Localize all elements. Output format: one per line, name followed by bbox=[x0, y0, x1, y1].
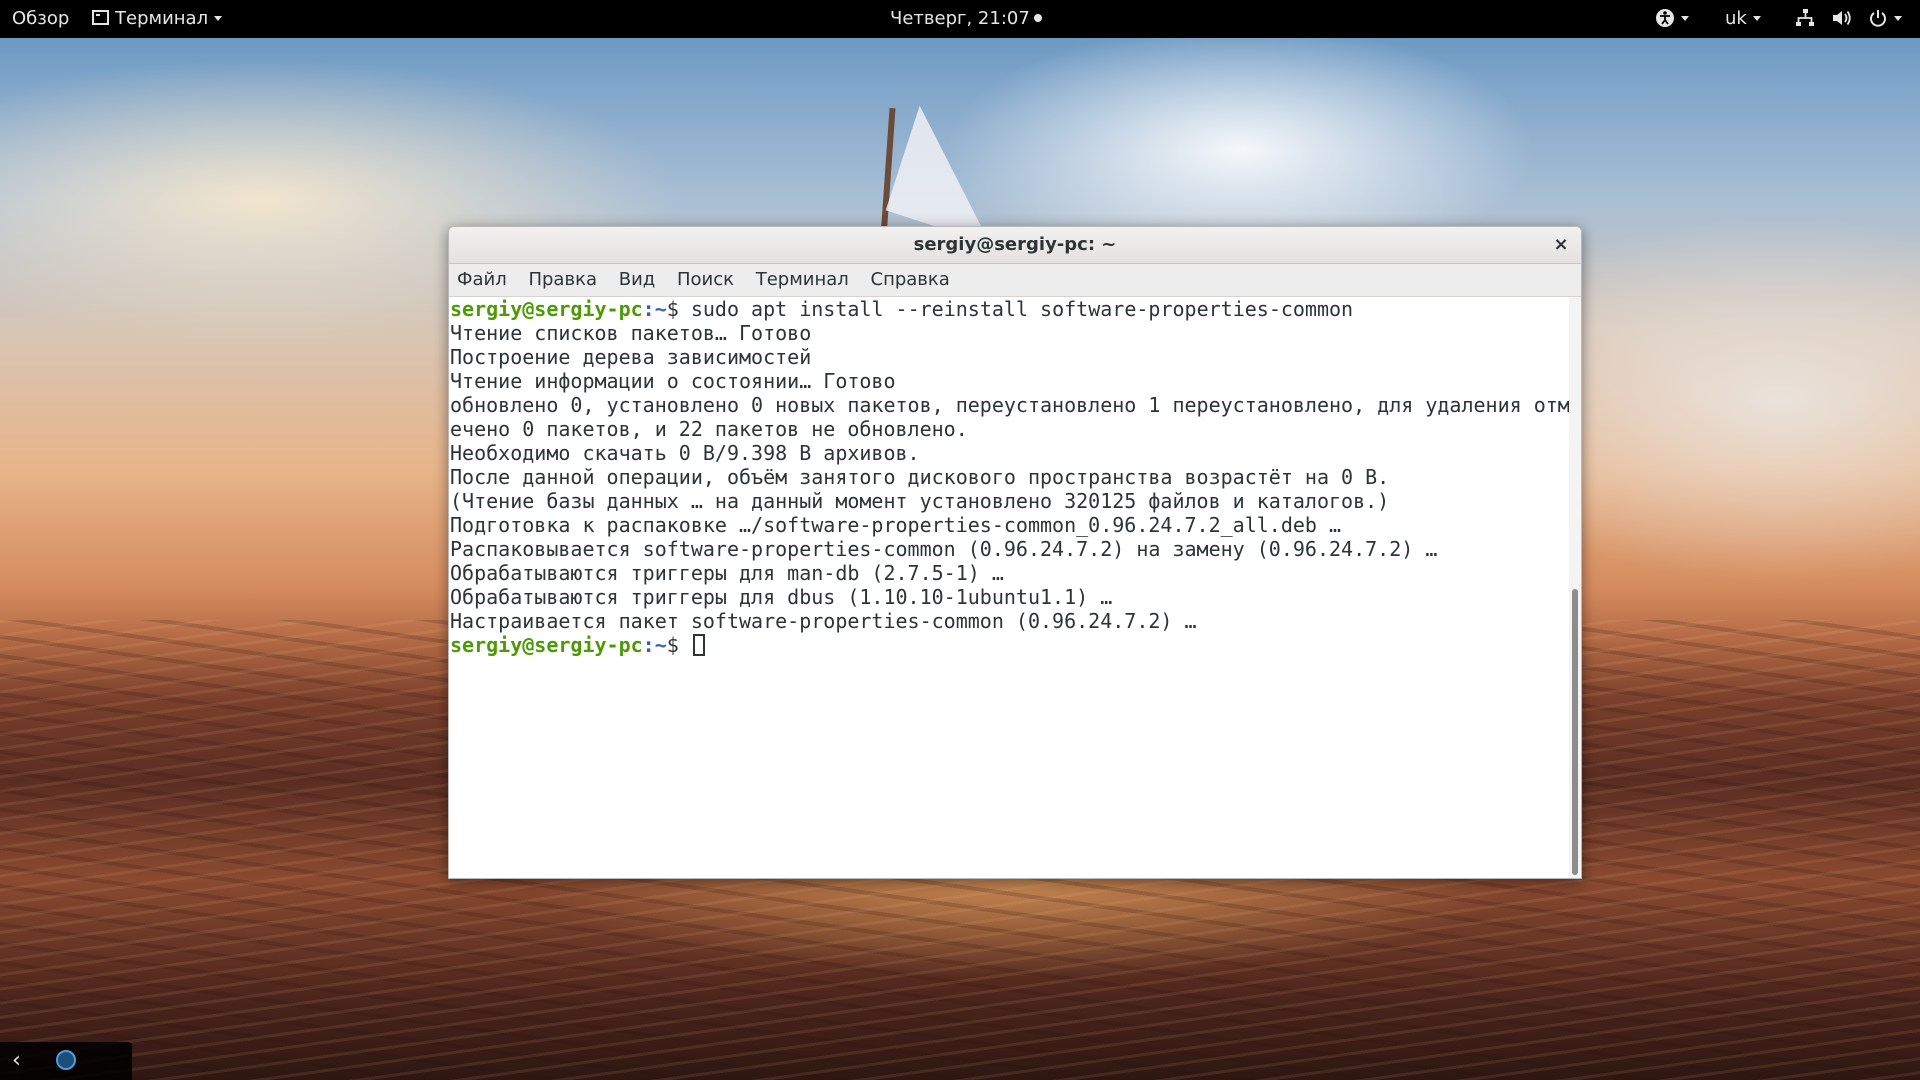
menu-help[interactable]: Справка bbox=[863, 264, 958, 296]
output-line: Подготовка к распаковке …/software-prope… bbox=[450, 513, 1342, 537]
menu-bar: Файл Правка Вид Поиск Терминал Справка bbox=[449, 264, 1581, 297]
prompt-path: :~ bbox=[642, 297, 667, 321]
accessibility-menu-button[interactable] bbox=[1655, 0, 1689, 38]
clock-button[interactable]: Четверг, 21:07 bbox=[890, 0, 1042, 38]
top-bar: Обзор Терминал Четверг, 21:07 uk bbox=[0, 0, 1920, 38]
menu-terminal[interactable]: Терминал bbox=[748, 264, 857, 296]
output-line: обновлено 0, установлено 0 новых пакетов… bbox=[450, 393, 1569, 417]
menu-view[interactable]: Вид bbox=[611, 264, 664, 296]
menu-search[interactable]: Поиск bbox=[669, 264, 742, 296]
prompt-symbol: $ bbox=[666, 633, 691, 657]
command-line: sergiy@sergiy-pc:~$ sudo apt install --r… bbox=[449, 297, 1569, 321]
chevron-down-icon bbox=[1894, 16, 1903, 21]
prompt-symbol: $ bbox=[666, 297, 691, 321]
terminal-icon bbox=[92, 10, 109, 25]
scrollbar[interactable] bbox=[1569, 297, 1581, 878]
active-prompt-line: sergiy@sergiy-pc:~$ bbox=[449, 633, 1569, 657]
prompt-path: :~ bbox=[642, 633, 667, 657]
wallpaper-boat-sail bbox=[885, 105, 1025, 245]
chevron-down-icon bbox=[214, 16, 223, 21]
output-line: Настраивается пакет software-properties-… bbox=[450, 609, 1197, 633]
prompt-user: sergiy@sergiy-pc bbox=[450, 297, 643, 321]
scrollbar-thumb[interactable] bbox=[1572, 589, 1578, 875]
chevron-down-icon bbox=[1681, 16, 1689, 21]
accessibility-icon bbox=[1656, 9, 1674, 27]
app-menu-label: Терминал bbox=[115, 8, 209, 29]
output-line: Необходимо скачать 0 B/9.398 B архивов. bbox=[450, 441, 920, 465]
text-cursor bbox=[692, 634, 705, 656]
activities-button[interactable]: Обзор bbox=[12, 0, 69, 38]
back-arrow-icon[interactable]: ‹ bbox=[12, 1050, 21, 1072]
output-line: Обрабатываются триггеры для man-db (2.7.… bbox=[450, 561, 1004, 585]
prompt-user: sergiy@sergiy-pc bbox=[450, 633, 643, 657]
window-titlebar[interactable]: sergiy@sergiy-pc: ~ × bbox=[449, 227, 1581, 264]
terminal-window: sergiy@sergiy-pc: ~ × Файл Правка Вид По… bbox=[448, 226, 1582, 879]
volume-icon bbox=[1832, 10, 1851, 26]
language-menu-button[interactable]: uk bbox=[1725, 0, 1761, 38]
tray-app-icon[interactable] bbox=[56, 1050, 76, 1070]
output-line: Чтение информации о состоянии… Готово bbox=[450, 369, 896, 393]
output-line: ечено 0 пакетов, и 22 пакетов не обновле… bbox=[450, 417, 968, 441]
message-tray: ‹ bbox=[0, 1042, 132, 1080]
output-line: Обрабатываются триггеры для dbus (1.10.1… bbox=[450, 585, 1113, 609]
wallpaper-boat-mast bbox=[880, 107, 896, 239]
terminal-output[interactable]: sergiy@sergiy-pc:~$ sudo apt install --r… bbox=[449, 297, 1569, 878]
system-menu-button[interactable] bbox=[1795, 0, 1903, 38]
window-title: sergiy@sergiy-pc: ~ bbox=[913, 234, 1117, 255]
output-line: Построение дерева зависимостей bbox=[450, 345, 812, 369]
output-line: Чтение списков пакетов… Готово bbox=[450, 321, 812, 345]
language-label: uk bbox=[1725, 8, 1747, 29]
app-menu-button[interactable]: Терминал bbox=[92, 0, 223, 38]
menu-edit[interactable]: Правка bbox=[520, 264, 605, 296]
notification-dot-icon bbox=[1033, 14, 1042, 22]
output-line: (Чтение базы данных … на данный момент у… bbox=[450, 489, 1390, 513]
output-line: Распаковывается software-properties-comm… bbox=[450, 537, 1438, 561]
clock-label: Четверг, 21:07 bbox=[890, 8, 1030, 29]
power-icon bbox=[1870, 10, 1887, 27]
close-button[interactable]: × bbox=[1549, 233, 1573, 257]
network-icon bbox=[1796, 9, 1814, 26]
command-text: sudo apt install --reinstall software-pr… bbox=[690, 297, 1354, 321]
output-line: После данной операции, объём занятого ди… bbox=[450, 465, 1390, 489]
menu-file[interactable]: Файл bbox=[449, 264, 515, 296]
chevron-down-icon bbox=[1752, 16, 1761, 21]
